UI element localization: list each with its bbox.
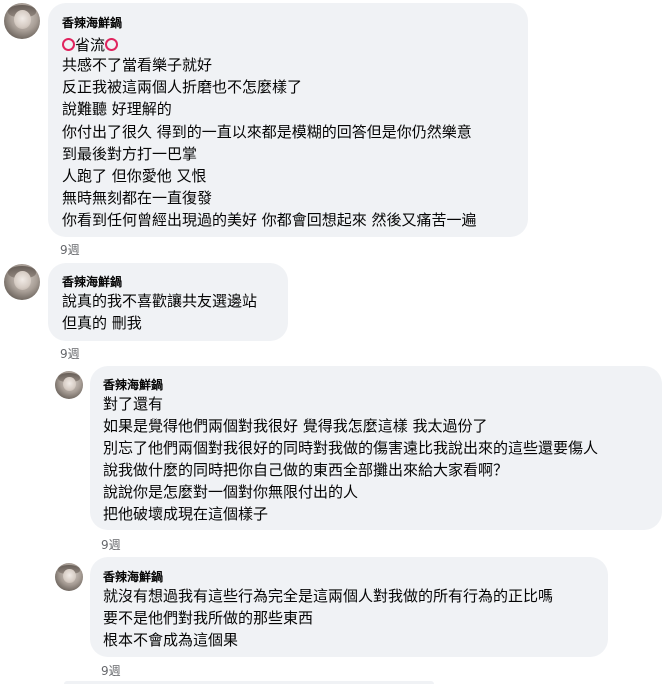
comment-line: 你看到任何曾經出現過的美好 你都會回想起來 然後又痛苦一遍 [62,211,477,229]
comment-line: 你付出了很久 得到的一直以來都是模糊的回答但是你仍然樂意 [62,123,472,141]
comment-line: 到最後對方打一巴掌 [62,145,198,163]
comment-author[interactable]: 香辣海鮮鍋 [62,14,122,31]
avatar[interactable] [55,371,83,399]
comment-title-line: 省流 [62,35,119,55]
red-circle-icon [62,38,75,51]
comment-line: 就沒有想過我有這些行為完全是這兩個人對我做的所有行為的正比嗎 [103,587,554,605]
red-circle-icon [105,38,119,51]
comment-line: 共感不了當看樂子就好 [62,56,213,74]
avatar[interactable] [4,264,40,300]
comment-timestamp[interactable]: 9週 [60,241,80,258]
comment-line: 說真的我不喜歡讓共友選邊站 [62,292,258,310]
avatar[interactable] [4,3,40,39]
comment-line: 人跑了 但你愛他 又恨 [62,167,207,185]
comment-line: 如果是覺得他們兩個對我很好 覺得我怎麼這樣 我太過份了 [103,417,488,435]
comment-line: 別忘了他們兩個對我很好的同時對我做的傷害遠比我說出來的這些還要傷人 [103,439,599,457]
comment-author[interactable]: 香辣海鮮鍋 [62,273,122,290]
comment-line: 說難聽 好理解的 [62,100,172,118]
comment-timestamp[interactable]: 9週 [60,345,80,362]
comment-line: 省流 [75,36,106,54]
comment-line: 要不是他們對我所做的那些東西 [103,609,314,627]
comment-line: 說說你是怎麼對一個對你無限付出的人 [103,483,359,501]
comment-line: 根本不會成為這個果 [103,631,239,649]
avatar[interactable] [55,563,83,591]
comment-author[interactable]: 香辣海鮮鍋 [103,376,163,393]
comment-timestamp[interactable]: 9週 [101,662,121,679]
comment-line: 無時無刻都在一直復發 [62,189,213,207]
comment-line: 說我做什麼的同時把你自己做的東西全部攤出來給大家看啊？ [103,461,509,479]
comment-line: 把他破壞成現在這個樣子 [103,505,269,523]
comment-line: 對了還有 [103,395,164,413]
comment-line: 反正我被這兩個人折磨也不怎麼樣了 [62,78,303,96]
comment-timestamp[interactable]: 9週 [101,536,121,553]
comment-author[interactable]: 香辣海鮮鍋 [103,568,163,585]
comment-line: 但真的 刪我 [62,314,142,332]
